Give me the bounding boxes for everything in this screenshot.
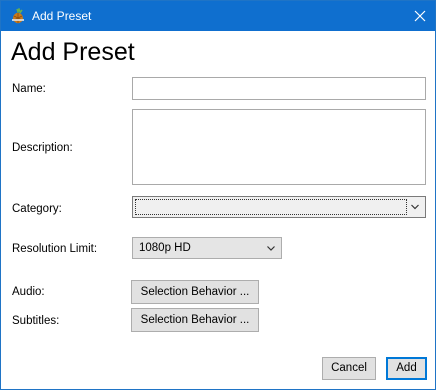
add-button[interactable]: Add xyxy=(386,357,427,380)
name-input[interactable] xyxy=(132,77,426,100)
chevron-down-icon xyxy=(411,204,419,210)
resolution-limit-value: 1080p HD xyxy=(139,242,191,254)
handbrake-pineapple-icon xyxy=(10,6,26,24)
add-preset-dialog: Add Preset Add Preset Name: Description:… xyxy=(0,0,436,390)
title-bar[interactable]: Add Preset xyxy=(1,1,435,31)
category-label: Category: xyxy=(12,203,62,215)
subtitles-selection-behavior-button[interactable]: Selection Behavior ... xyxy=(131,308,259,332)
description-label: Description: xyxy=(12,142,73,154)
audio-selection-behavior-button[interactable]: Selection Behavior ... xyxy=(131,280,259,304)
category-select[interactable] xyxy=(132,196,426,218)
resolution-limit-label: Resolution Limit: xyxy=(12,243,98,255)
resolution-limit-select[interactable]: 1080p HD xyxy=(132,237,282,259)
chevron-down-icon xyxy=(267,246,275,251)
cancel-button[interactable]: Cancel xyxy=(322,357,376,380)
description-input[interactable] xyxy=(132,109,426,185)
category-select-focus xyxy=(135,199,407,215)
close-button[interactable] xyxy=(405,1,435,31)
window-title: Add Preset xyxy=(32,9,92,23)
name-label: Name: xyxy=(12,83,46,95)
audio-label: Audio: xyxy=(12,286,45,298)
subtitles-label: Subtitles: xyxy=(12,315,60,327)
close-icon xyxy=(414,10,426,22)
page-title: Add Preset xyxy=(11,38,135,66)
